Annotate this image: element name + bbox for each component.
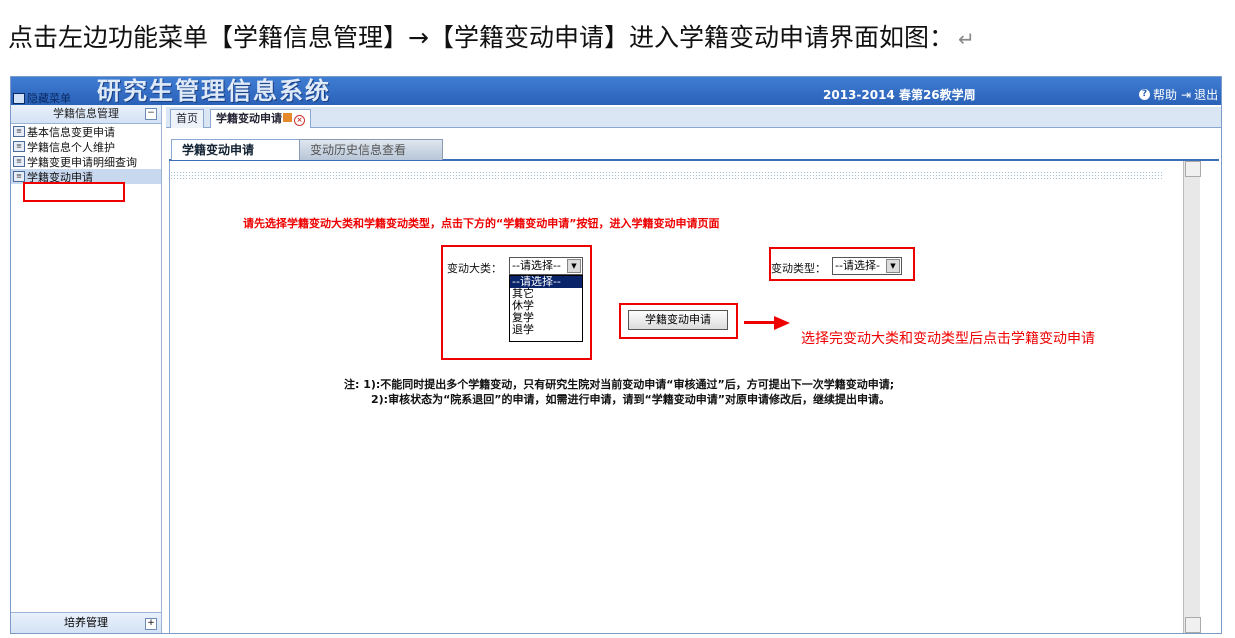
collapse-icon[interactable]: − — [145, 108, 157, 120]
paragraph-mark: ↵ — [957, 27, 975, 51]
tab-status-change[interactable]: 学籍变动申请 × — [210, 109, 311, 128]
annotation-arrow-head — [774, 316, 790, 330]
highlight-type — [769, 247, 915, 281]
sidebar-item-change-detail-query[interactable]: ≡ 学籍变更申请明细查询 — [11, 154, 161, 169]
list-icon: ≡ — [13, 141, 25, 152]
help-icon: ? — [1139, 89, 1150, 100]
sidebar-section-header[interactable]: 学籍信息管理 − — [11, 105, 161, 124]
dotted-divider — [170, 171, 1163, 181]
subtab-apply[interactable]: 学籍变动申请 — [171, 139, 313, 160]
sidebar-item-label: 基本信息变更申请 — [27, 125, 115, 139]
highlight-category — [441, 245, 592, 360]
system-title: 研究生管理信息系统 — [97, 76, 331, 105]
list-icon: ≡ — [13, 126, 25, 137]
sidebar-section-training[interactable]: 培养管理 + — [11, 612, 161, 633]
document-instruction: 点击左边功能菜单【学籍信息管理】→【学籍变动申请】进入学籍变动申请界面如图： ↵ — [8, 18, 975, 54]
notes-line-2: 2):审核状态为“院系退回”的申请，如需进行申请，请到“学籍变动申请”对原申请修… — [371, 393, 890, 406]
list-icon: ≡ — [13, 156, 25, 167]
exit-label: 退出 — [1194, 88, 1219, 102]
help-button[interactable]: ? 帮助 — [1139, 86, 1177, 103]
hide-menu-label: 隐藏菜单 — [27, 92, 71, 105]
highlight-submit — [619, 303, 738, 339]
exit-icon: ⇥ — [1181, 87, 1192, 102]
hide-menu-button[interactable]: 隐藏菜单 — [13, 90, 71, 106]
highlight-sidebar-item — [23, 182, 125, 202]
tab-label: 首页 — [176, 112, 198, 125]
scroll-down-icon[interactable] — [1185, 617, 1201, 633]
app-window: 隐藏菜单 研究生管理信息系统 2013-2014 春第26教学周 ? 帮助 ⇥ … — [10, 76, 1222, 634]
sidebar-item-label: 学籍变更申请明细查询 — [27, 155, 137, 169]
sidebar-item-label: 学籍信息个人维护 — [27, 140, 115, 154]
scroll-up-icon[interactable] — [1185, 161, 1201, 177]
edit-icon — [283, 113, 292, 122]
window-icon — [13, 92, 25, 104]
subtab-history[interactable]: 变动历史信息查看 — [299, 139, 443, 160]
help-label: 帮助 — [1153, 88, 1178, 102]
instruction-text: 点击左边功能菜单【学籍信息管理】→【学籍变动申请】进入学籍变动申请界面如图： — [8, 23, 954, 52]
semester-week: 2013-2014 春第26教学周 — [823, 88, 976, 102]
form-instruction: 请先选择学籍变动大类和学籍变动类型，点击下方的“学籍变动申请”按钮，进入学籍变动… — [243, 217, 720, 230]
sidebar-item-personal-maintenance[interactable]: ≡ 学籍信息个人维护 — [11, 139, 161, 154]
exit-button[interactable]: ⇥ 退出 — [1181, 86, 1218, 103]
expand-icon[interactable]: + — [145, 618, 157, 630]
vertical-scrollbar[interactable] — [1183, 161, 1201, 633]
tab-home[interactable]: 首页 — [170, 109, 204, 128]
list-icon: ≡ — [13, 171, 25, 182]
close-icon[interactable]: × — [294, 115, 305, 126]
tab-bar: 首页 学籍变动申请 × — [166, 107, 1221, 128]
annotation-text: 选择完变动大类和变动类型后点击学籍变动申请 — [801, 331, 1095, 347]
sub-tab-bar: 学籍变动申请 变动历史信息查看 — [169, 137, 1219, 161]
sidebar-section-title: 学籍信息管理 — [53, 107, 119, 120]
sidebar-item-basic-info-change[interactable]: ≡ 基本信息变更申请 — [11, 124, 161, 139]
top-banner: 隐藏菜单 研究生管理信息系统 2013-2014 春第26教学周 ? 帮助 ⇥ … — [11, 77, 1221, 105]
notes-line-1: 注: 1):不能同时提出多个学籍变动，只有研究生院对当前变动申请“审核通过”后，… — [344, 378, 895, 391]
tab-label: 学籍变动申请 — [216, 112, 282, 125]
sidebar-section-title: 培养管理 — [64, 616, 108, 629]
annotation-arrow — [744, 321, 776, 324]
